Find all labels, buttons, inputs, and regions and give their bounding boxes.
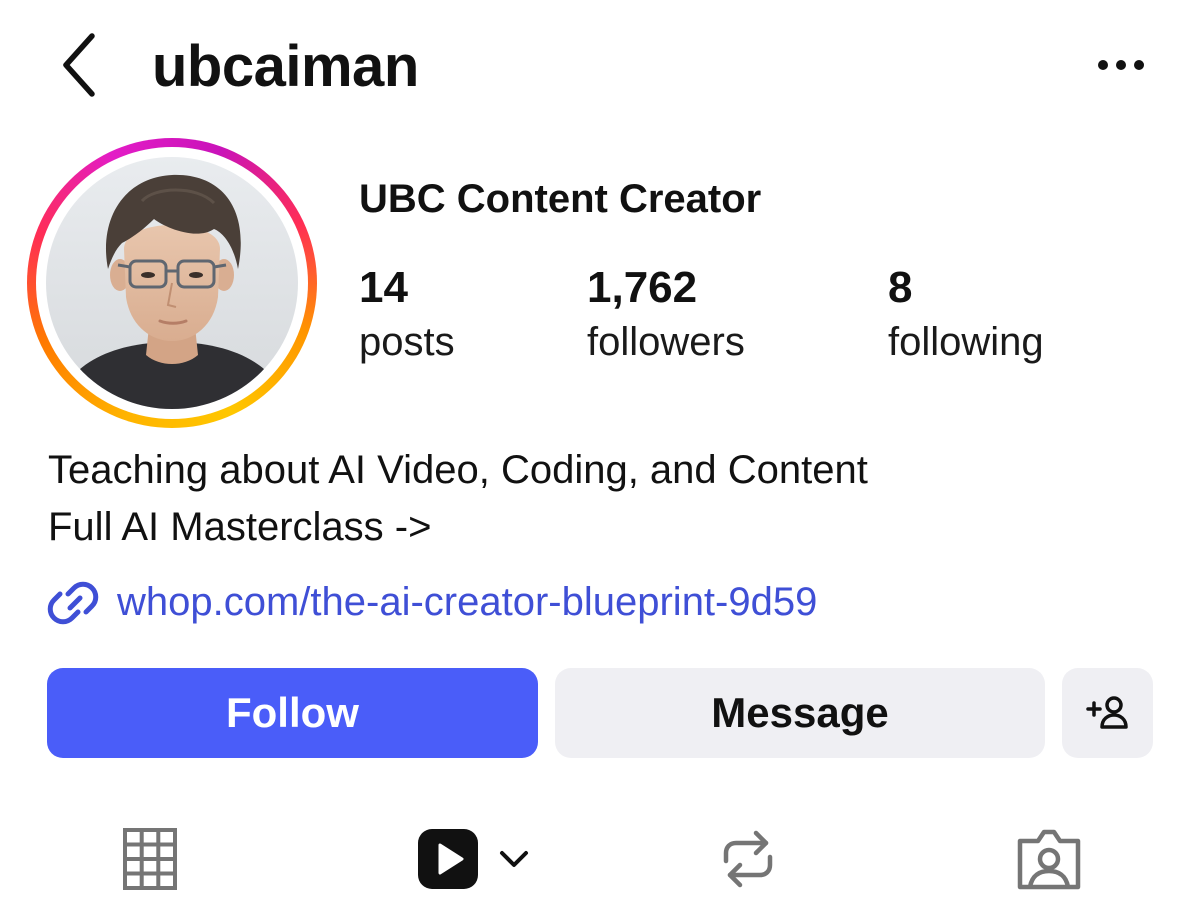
- tab-tagged[interactable]: [1016, 824, 1082, 894]
- avatar[interactable]: [46, 157, 298, 409]
- display-name: UBC Content Creator: [359, 177, 762, 221]
- bio-line-2: Full AI Masterclass ->: [48, 505, 432, 549]
- message-button[interactable]: Message: [555, 668, 1045, 758]
- posts-label: posts: [359, 320, 455, 364]
- add-person-icon: [1085, 696, 1128, 729]
- bio: Teaching about AI Video, Coding, and Con…: [48, 442, 868, 556]
- following-label: following: [888, 320, 1044, 364]
- posts-count: 14: [359, 263, 408, 312]
- follow-button[interactable]: Follow: [47, 668, 538, 758]
- tab-posts-grid[interactable]: [122, 824, 178, 894]
- bio-link[interactable]: whop.com/the-ai-creator-blueprint-9d59: [46, 574, 817, 630]
- more-options-button[interactable]: [1090, 50, 1146, 80]
- bio-link-text[interactable]: whop.com/the-ai-creator-blueprint-9d59: [117, 580, 817, 625]
- reels-play-icon: [418, 829, 478, 889]
- story-ring-gap: [36, 147, 308, 419]
- profile-username: ubcaiman: [152, 34, 419, 99]
- link-icon: [46, 578, 100, 626]
- followers-count: 1,762: [587, 263, 698, 312]
- tab-reposts[interactable]: [718, 824, 778, 894]
- repost-icon: [723, 830, 773, 888]
- followers-stat[interactable]: 1,762 followers: [587, 262, 745, 370]
- profile-tab-bar: [0, 810, 1200, 915]
- following-stat[interactable]: 8 following: [888, 262, 1044, 370]
- back-button[interactable]: [52, 30, 108, 100]
- profile-header: ubcaiman: [0, 0, 1200, 130]
- tagged-person-icon: [1017, 829, 1081, 890]
- bio-line-1: Teaching about AI Video, Coding, and Con…: [48, 448, 868, 492]
- suggested-accounts-button[interactable]: [1062, 668, 1153, 758]
- followers-label: followers: [587, 320, 745, 364]
- ellipsis-icon: [1098, 60, 1144, 70]
- posts-stat[interactable]: 14 posts: [359, 262, 455, 370]
- story-ring[interactable]: [27, 138, 317, 428]
- profile-photo: [46, 157, 298, 409]
- chevron-left-icon: [63, 33, 95, 97]
- chevron-down-icon[interactable]: [494, 827, 534, 891]
- following-count: 8: [888, 263, 913, 312]
- grid-icon: [123, 828, 177, 890]
- tab-reels[interactable]: [416, 824, 534, 894]
